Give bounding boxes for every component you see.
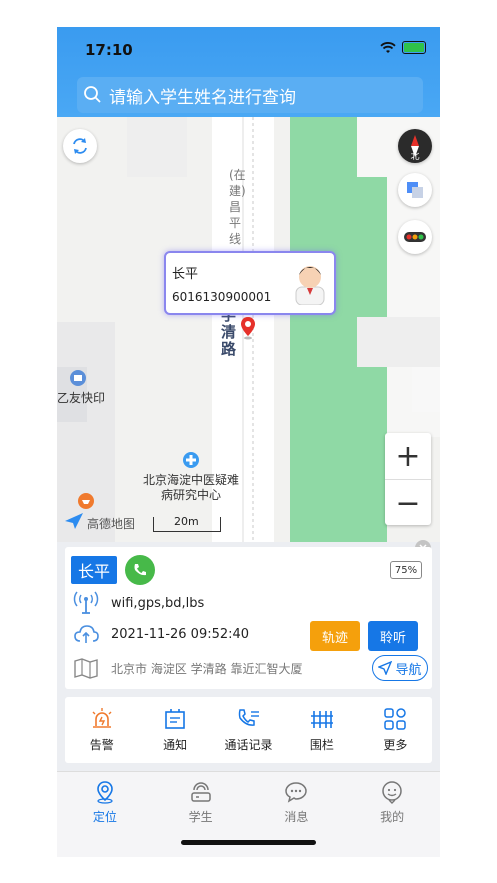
traffic-light-icon [404, 232, 426, 242]
call-log-icon [238, 708, 259, 726]
compass-label: 北 [410, 152, 420, 162]
top-bar: 17:10 请输入学生姓名进行查询 [57, 27, 440, 117]
refresh-icon [73, 138, 87, 154]
location-types-text: wifi,gps,bd,lbs [111, 595, 205, 611]
wifi-icon [380, 41, 396, 53]
message-icon [285, 782, 308, 803]
action-alarm-label: 告警 [89, 737, 114, 752]
address-text: 北京市 海淀区 学清路 靠近汇智大厦 [111, 661, 303, 676]
tab-student-label: 学生 [188, 810, 213, 824]
road-label-construction: (在建)昌平线 [229, 168, 246, 246]
action-more[interactable]: 更多 [359, 697, 432, 763]
upload-cloud-icon [74, 625, 99, 643]
tab-profile-label: 我的 [380, 810, 405, 824]
map-scale: 20m [153, 515, 221, 532]
notice-icon [165, 708, 185, 729]
fence-icon [310, 710, 333, 728]
action-fence[interactable]: 围栏 [285, 697, 358, 763]
tab-location[interactable]: 定位 [57, 772, 153, 857]
tab-profile[interactable]: 我的 [344, 772, 440, 857]
zoom-in-button[interactable]: + [385, 433, 431, 480]
student-avatar-icon [295, 266, 325, 305]
poi-hospital-label: 北京海淀中医疑难病研究中心 [143, 473, 240, 502]
action-more-label: 更多 [383, 737, 408, 752]
student-icon [190, 782, 211, 802]
hospital-icon [183, 452, 199, 468]
home-indicator [181, 840, 316, 845]
navigate-button[interactable]: 导航 [372, 655, 428, 681]
location-icon [97, 781, 113, 804]
alarm-light-icon [92, 707, 112, 728]
battery-level-badge: 75% [390, 561, 422, 579]
signal-tower-icon [73, 591, 99, 614]
action-fence-label: 围栏 [309, 737, 334, 752]
quick-actions: 告警 通知 通话记录 围栏 更多 [65, 697, 432, 763]
layers-icon [407, 182, 423, 198]
phone-screen: 17:10 请输入学生姓名进行查询 北 (在建)昌平线 学清路 长平 60161… [57, 27, 440, 857]
battery-icon [402, 41, 426, 54]
zoom-control: + − [385, 433, 431, 525]
phone-icon [134, 564, 146, 576]
search-bar[interactable]: 请输入学生姓名进行查询 [77, 77, 423, 113]
status-icons [380, 41, 426, 54]
layers-button[interactable] [398, 173, 432, 207]
poi-print-label: 乙友快印 [57, 391, 106, 405]
location-pin-icon [241, 317, 255, 340]
student-name-badge: 长平 [71, 556, 117, 584]
status-time: 17:10 [85, 41, 133, 59]
profile-icon [382, 781, 402, 804]
bubble-name: 长平 [172, 267, 199, 282]
scale-label: 20m [174, 515, 199, 528]
amap-logo-icon [65, 513, 83, 529]
call-button[interactable] [125, 555, 155, 585]
location-types-row: wifi,gps,bd,lbs [73, 591, 204, 615]
navigation-arrow-icon [378, 661, 393, 675]
refresh-button[interactable] [63, 129, 97, 163]
map-icon [74, 658, 98, 679]
search-input[interactable]: 请输入学生姓名进行查询 [109, 83, 296, 108]
zoom-out-button[interactable]: − [385, 480, 431, 526]
action-alarm[interactable]: 告警 [65, 697, 138, 763]
action-notice-label: 通知 [163, 737, 188, 752]
traffic-button[interactable] [398, 220, 432, 254]
action-call-log[interactable]: 通话记录 [212, 697, 285, 763]
tab-messages-label: 消息 [284, 810, 309, 824]
compass-button[interactable]: 北 [398, 129, 432, 163]
listen-button[interactable]: 聆听 [368, 621, 418, 651]
student-detail-panel: 长平 75% wifi,gps,bd,lbs 2021-11-26 09:52:… [65, 547, 432, 689]
tab-location-label: 定位 [92, 810, 117, 824]
search-icon [84, 86, 101, 103]
map-view[interactable]: 北 (在建)昌平线 学清路 长平 6016130900001 乙友快印 北京海淀… [57, 117, 440, 542]
action-call-log-label: 通话记录 [224, 737, 273, 752]
amap-logo-text: 高德地图 [87, 517, 136, 531]
food-icon [78, 493, 94, 509]
timestamp-row: 2021-11-26 09:52:40 [73, 623, 249, 645]
print-shop-icon [70, 370, 86, 386]
address-row: 北京市 海淀区 学清路 靠近汇智大厦 [73, 657, 302, 679]
student-info-bubble[interactable]: 长平 6016130900001 [164, 251, 336, 315]
track-button[interactable]: 轨迹 [310, 621, 360, 651]
timestamp-text: 2021-11-26 09:52:40 [111, 626, 250, 642]
action-notice[interactable]: 通知 [138, 697, 211, 763]
grid-icon [384, 707, 407, 730]
bubble-number: 6016130900001 [172, 290, 272, 304]
navigate-label: 导航 [395, 662, 422, 678]
